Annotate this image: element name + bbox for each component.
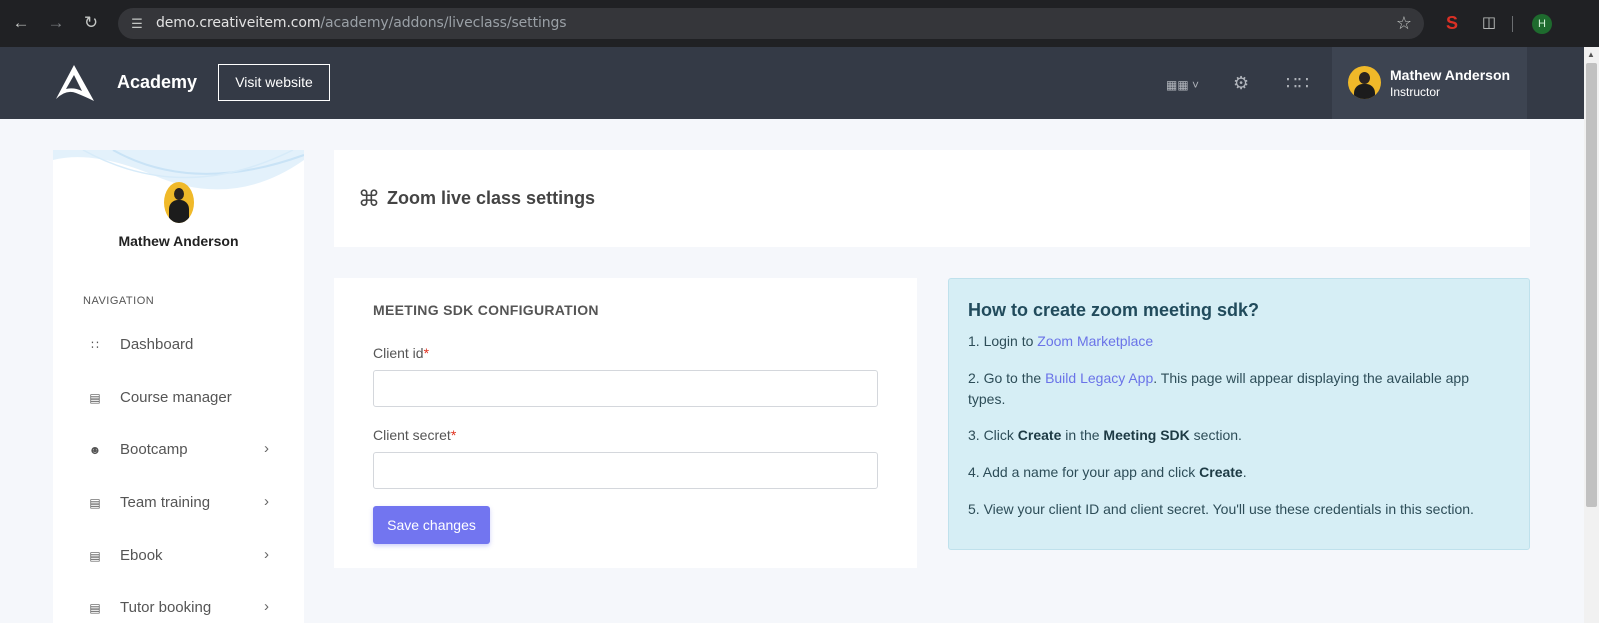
chevron-right-icon: › [264, 493, 269, 510]
client-secret-input[interactable] [373, 452, 878, 489]
sidebar-item-dashboard[interactable]: ∷ Dashboard [83, 333, 283, 359]
robot-icon[interactable]: ⚙ [1233, 73, 1249, 93]
users-icon: ☻ [88, 443, 102, 457]
step-text: 3. Click [968, 427, 1018, 443]
grid-icon: ∷ [91, 338, 99, 352]
help-step-3: 3. Click Create in the Meeting SDK secti… [968, 425, 1508, 446]
back-arrow-icon[interactable]: ← [10, 12, 32, 34]
sidebar-item-label: Course manager [120, 389, 232, 406]
bookmark-star-icon[interactable]: ☆ [1396, 13, 1412, 34]
sidebar-item-label: Dashboard [120, 336, 194, 353]
step-bold: Create [1199, 464, 1243, 480]
step-text: 2. Go to the [968, 370, 1046, 386]
help-step-1: 1. Login to Zoom Marketplace [968, 331, 1508, 352]
chevron-right-icon: › [264, 546, 269, 563]
address-bar[interactable]: ☰ demo.creativeitem.com/academy/addons/l… [118, 8, 1424, 39]
step-text: 5. View your client ID and client secret… [968, 501, 1474, 517]
toolbar-divider [1512, 16, 1513, 32]
brand-name[interactable]: Academy [117, 72, 197, 93]
help-step-5: 5. View your client ID and client secret… [968, 499, 1508, 520]
save-changes-button[interactable]: Save changes [373, 506, 490, 544]
sidebar: Mathew Anderson NAVIGATION ∷ Dashboard ▤… [53, 150, 304, 623]
apps-grid-icon[interactable]: ∷∷ [1286, 73, 1309, 93]
extension-s-icon[interactable]: S [1442, 13, 1462, 33]
scrollbar-thumb[interactable] [1586, 63, 1597, 507]
layers-icon: ▤ [89, 391, 101, 405]
page-title-card: ⌘ Zoom live class settings [334, 150, 1530, 247]
navigation-heading: NAVIGATION [83, 295, 155, 307]
help-step-2: 2. Go to the Build Legacy App. This page… [968, 368, 1508, 410]
help-title: How to create zoom meeting sdk? [968, 300, 1260, 320]
url-path: /academy/addons/liveclass/settings [320, 15, 567, 31]
sidebar-item-label: Team training [120, 494, 211, 511]
client-secret-label: Client secret* [373, 427, 456, 443]
help-panel: How to create zoom meeting sdk? 1. Login… [948, 278, 1530, 550]
page-title: Zoom live class settings [387, 188, 596, 208]
sdk-config-form: MEETING SDK CONFIGURATION Client id* Cli… [334, 278, 917, 568]
page-scrollbar[interactable]: ▲ [1584, 47, 1599, 623]
sidebar-avatar [164, 182, 194, 223]
site-settings-icon[interactable]: ☰ [128, 15, 146, 33]
header-avatar [1348, 66, 1381, 99]
command-icon: ⌘ [358, 186, 380, 211]
user-menu[interactable]: Mathew Anderson Instructor [1332, 47, 1527, 119]
url-host: demo.creativeitem.com [156, 15, 321, 31]
sidebar-item-bootcamp[interactable]: ☻ Bootcamp › [83, 438, 283, 464]
document-icon: ▤ [89, 496, 101, 510]
forward-arrow-icon[interactable]: → [45, 12, 67, 34]
step-text: 1. Login to [968, 333, 1038, 349]
app-header: Academy Visit website ▦▦ ˅ ⚙ ∷∷ Mathew A… [0, 47, 1599, 119]
academy-logo-icon[interactable] [52, 63, 96, 103]
required-mark: * [450, 427, 457, 443]
step-text: 4. Add a name for your app and click [968, 464, 1200, 480]
scroll-up-icon[interactable]: ▲ [1587, 50, 1595, 59]
browser-toolbar: ← → ↻ ☰ demo.creativeitem.com/academy/ad… [0, 0, 1599, 47]
step-text: in the [1061, 427, 1104, 443]
header-user-role: Instructor [1390, 85, 1441, 99]
required-mark: * [423, 345, 430, 361]
sidebar-item-label: Tutor booking [120, 599, 212, 616]
section-title: MEETING SDK CONFIGURATION [373, 302, 599, 318]
client-id-label: Client id* [373, 345, 429, 361]
language-translate-icon[interactable]: ▦▦ ˅ [1166, 75, 1206, 95]
sidebar-item-label: Bootcamp [120, 441, 188, 458]
step-bold: Create [1017, 427, 1062, 443]
sidebar-item-tutor-booking[interactable]: ▤ Tutor booking › [83, 596, 283, 622]
reload-icon[interactable]: ↻ [80, 12, 102, 34]
build-legacy-app-link[interactable]: Build Legacy App [1045, 370, 1153, 386]
sidebar-item-course-manager[interactable]: ▤ Course manager [83, 386, 283, 412]
chevron-right-icon: › [264, 598, 269, 615]
profile-avatar[interactable]: H [1532, 14, 1552, 34]
chevron-right-icon: › [264, 440, 269, 457]
step-bold: Meeting SDK [1103, 427, 1190, 443]
sidebar-item-team-training[interactable]: ▤ Team training › [83, 491, 283, 517]
help-step-4: 4. Add a name for your app and click Cre… [968, 462, 1508, 483]
zoom-marketplace-link[interactable]: Zoom Marketplace [1037, 333, 1153, 349]
document-icon: ▤ [89, 549, 101, 563]
extensions-puzzle-icon[interactable]: ◫ [1479, 13, 1499, 33]
step-text: . [1242, 464, 1247, 480]
client-id-input[interactable] [373, 370, 878, 407]
url-text[interactable]: demo.creativeitem.com/academy/addons/liv… [156, 15, 567, 31]
document-icon: ▤ [89, 601, 101, 615]
client-id-label-text: Client id [373, 345, 424, 361]
visit-website-button[interactable]: Visit website [218, 64, 330, 101]
header-user-name: Mathew Anderson [1390, 67, 1511, 83]
sidebar-item-label: Ebook [120, 547, 163, 564]
step-text: section. [1189, 427, 1242, 443]
client-secret-label-text: Client secret [373, 427, 451, 443]
sidebar-item-ebook[interactable]: ▤ Ebook › [83, 544, 283, 570]
sidebar-user-name: Mathew Anderson [118, 233, 239, 249]
